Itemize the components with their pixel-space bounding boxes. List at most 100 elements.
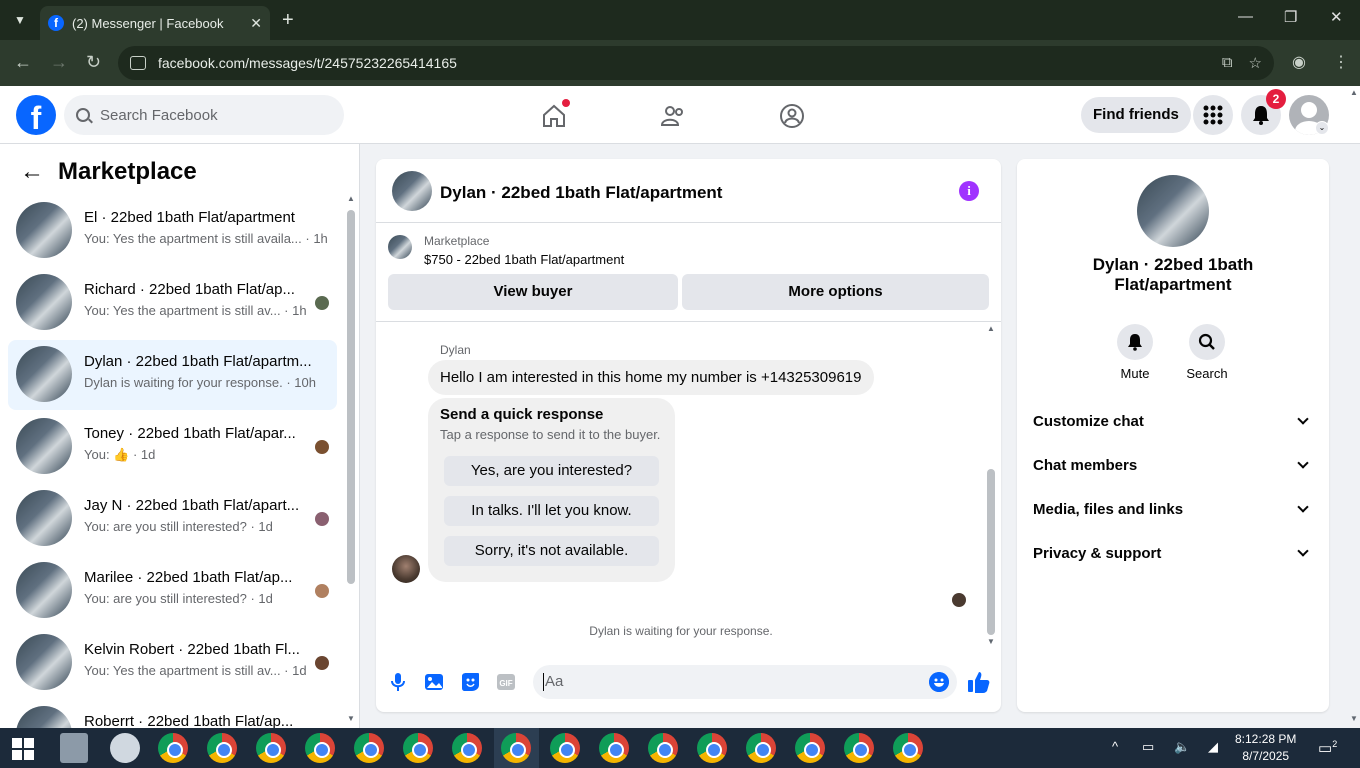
emoji-icon[interactable] — [929, 672, 949, 692]
chrome-icon[interactable] — [550, 733, 580, 763]
conversation-item[interactable]: Kelvin Robert · 22bed 1bath Fl... You: Y… — [8, 628, 337, 698]
chrome-icon[interactable] — [648, 733, 678, 763]
chrome-icon[interactable] — [599, 733, 629, 763]
gif-icon[interactable]: GIF — [495, 671, 517, 693]
quick-response-button[interactable]: Sorry, it's not available. — [444, 536, 659, 566]
window-close-icon[interactable]: ✕ — [1330, 8, 1343, 26]
sticker-icon[interactable] — [459, 671, 481, 693]
reload-icon[interactable]: ↻ — [86, 52, 101, 73]
conversation-item[interactable]: Jay N · 22bed 1bath Flat/apart... You: a… — [8, 484, 337, 554]
search-label: Search — [1186, 366, 1228, 381]
scroll-up-arrow-icon[interactable]: ▲ — [347, 194, 355, 203]
chrome-icon[interactable] — [403, 733, 433, 763]
conversation-item[interactable]: El · 22bed 1bath Flat/apartment You: Yes… — [8, 196, 337, 266]
bell-icon — [1253, 106, 1269, 125]
waiting-status: Dylan is waiting for your response. — [589, 624, 773, 638]
chrome-icon[interactable] — [795, 733, 825, 763]
more-options-button[interactable]: More options — [682, 274, 989, 310]
thumbs-up-icon[interactable] — [966, 669, 992, 695]
mute-action[interactable]: Mute — [1105, 324, 1165, 381]
show-hidden-icons-chevron-up-icon[interactable]: ^ — [1112, 739, 1118, 754]
system-clock[interactable]: 8:12:28 PM 8/7/2025 — [1235, 731, 1296, 765]
conversation-item[interactable]: Richard · 22bed 1bath Flat/ap... You: Ye… — [8, 268, 337, 338]
page-scroll-down-arrow-icon[interactable]: ▼ — [1350, 714, 1358, 723]
chat-scrollbar[interactable] — [987, 469, 995, 635]
find-friends-button[interactable]: Find friends — [1081, 97, 1191, 133]
chat-scroll-down-arrow-icon[interactable]: ▼ — [987, 637, 995, 646]
conversations-scrollbar[interactable] — [347, 210, 355, 584]
chrome-icon[interactable] — [746, 733, 776, 763]
friends-icon[interactable] — [660, 103, 686, 129]
new-tab-icon[interactable]: + — [282, 9, 294, 32]
install-app-icon[interactable]: ⧉ — [1222, 54, 1233, 72]
tab-close-icon[interactable]: ✕ — [250, 15, 262, 32]
chat-title[interactable]: Dylan · 22bed 1bath Flat/apartment — [440, 183, 722, 203]
back-icon[interactable]: ← — [14, 52, 32, 73]
bookmark-star-icon[interactable]: ☆ — [1249, 54, 1262, 72]
conversation-item-active[interactable]: Dylan · 22bed 1bath Flat/apartm... Dylan… — [8, 340, 337, 410]
groups-icon[interactable] — [779, 103, 805, 129]
site-settings-icon[interactable] — [130, 56, 146, 70]
chat-scroll-up-arrow-icon[interactable]: ▲ — [987, 324, 995, 333]
minimize-icon[interactable]: — — [1238, 8, 1253, 25]
snipping-tool-icon[interactable] — [110, 733, 140, 763]
menu-grid-button[interactable] — [1193, 95, 1233, 135]
profile-icon[interactable]: ◉ — [1292, 52, 1306, 72]
forward-icon[interactable]: → — [50, 52, 68, 73]
conversation-item[interactable]: Toney · 22bed 1bath Flat/apar... You: 👍 … — [8, 412, 337, 482]
chrome-icon[interactable] — [207, 733, 237, 763]
volume-icon[interactable]: 🔈 — [1174, 739, 1190, 755]
search-placeholder: Search Facebook — [100, 106, 218, 124]
customize-chat-section[interactable]: Customize chat — [1033, 399, 1315, 443]
conversation-last-message: You: are you still interested? · 1d — [84, 519, 273, 534]
view-buyer-button[interactable]: View buyer — [388, 274, 678, 310]
info-icon[interactable]: i — [959, 181, 979, 201]
chrome-icon[interactable] — [697, 733, 727, 763]
windows-start-icon[interactable] — [12, 738, 34, 760]
chrome-icon[interactable] — [256, 733, 286, 763]
message-input[interactable]: Aa — [533, 665, 957, 699]
facebook-search-input[interactable]: Search Facebook — [64, 95, 344, 135]
section-label: Customize chat — [1033, 412, 1144, 430]
photo-icon[interactable] — [423, 671, 445, 693]
quick-response-button[interactable]: Yes, are you interested? — [444, 456, 659, 486]
message-input-placeholder: Aa — [545, 673, 564, 690]
sender-avatar[interactable] — [392, 555, 420, 583]
battery-icon[interactable]: ▭ — [1142, 739, 1154, 755]
page-scroll-up-arrow-icon[interactable]: ▲ — [1350, 88, 1358, 97]
conversation-item[interactable]: Marilee · 22bed 1bath Flat/ap... You: ar… — [8, 556, 337, 626]
conversation-name: Dylan · 22bed 1bath Flat/apartm... — [84, 353, 312, 370]
mute-label: Mute — [1120, 366, 1150, 381]
chrome-icon[interactable] — [844, 733, 874, 763]
listing-thumbnail — [16, 562, 72, 618]
privacy-support-section[interactable]: Privacy & support — [1033, 531, 1315, 575]
account-chevron-down-icon[interactable]: ⌄ — [1315, 121, 1329, 135]
browser-menu-icon[interactable]: ⋮ — [1333, 52, 1349, 72]
network-icon[interactable]: ◢ — [1208, 739, 1218, 755]
tab-search-chevron-icon[interactable]: ▼ — [8, 8, 32, 32]
chrome-icon[interactable] — [158, 733, 188, 763]
facebook-logo-icon[interactable]: f — [16, 95, 56, 136]
chrome-icon[interactable] — [354, 733, 384, 763]
home-icon[interactable] — [541, 103, 567, 129]
file-explorer-icon[interactable] — [60, 733, 88, 763]
restore-icon[interactable]: ❐ — [1284, 8, 1297, 26]
quick-response-button[interactable]: In talks. I'll let you know. — [444, 496, 659, 526]
info-listing-thumbnail[interactable] — [1137, 175, 1209, 247]
back-arrow-icon[interactable]: ← — [20, 158, 44, 186]
chat-members-section[interactable]: Chat members — [1033, 443, 1315, 487]
chrome-icon[interactable] — [452, 733, 482, 763]
conversation-item[interactable]: Roberrt · 22bed 1bath Flat/ap... — [8, 700, 337, 728]
chrome-icon[interactable] — [501, 733, 531, 763]
marketplace-conversations-panel: ← Marketplace El · 22bed 1bath Flat/apar… — [0, 144, 360, 728]
chrome-icon[interactable] — [305, 733, 335, 763]
browser-tab-active[interactable]: f (2) Messenger | Facebook ✕ — [40, 6, 270, 40]
chrome-icon[interactable] — [893, 733, 923, 763]
scroll-down-arrow-icon[interactable]: ▼ — [347, 714, 355, 723]
microphone-icon[interactable] — [387, 671, 409, 693]
media-files-links-section[interactable]: Media, files and links — [1033, 487, 1315, 531]
address-bar[interactable]: facebook.com/messages/t/2457523226541416… — [118, 46, 1274, 80]
chat-listing-thumbnail[interactable] — [392, 171, 432, 211]
search-action[interactable]: Search — [1177, 324, 1237, 381]
notification-center-icon[interactable]: ▭2 — [1318, 739, 1337, 757]
